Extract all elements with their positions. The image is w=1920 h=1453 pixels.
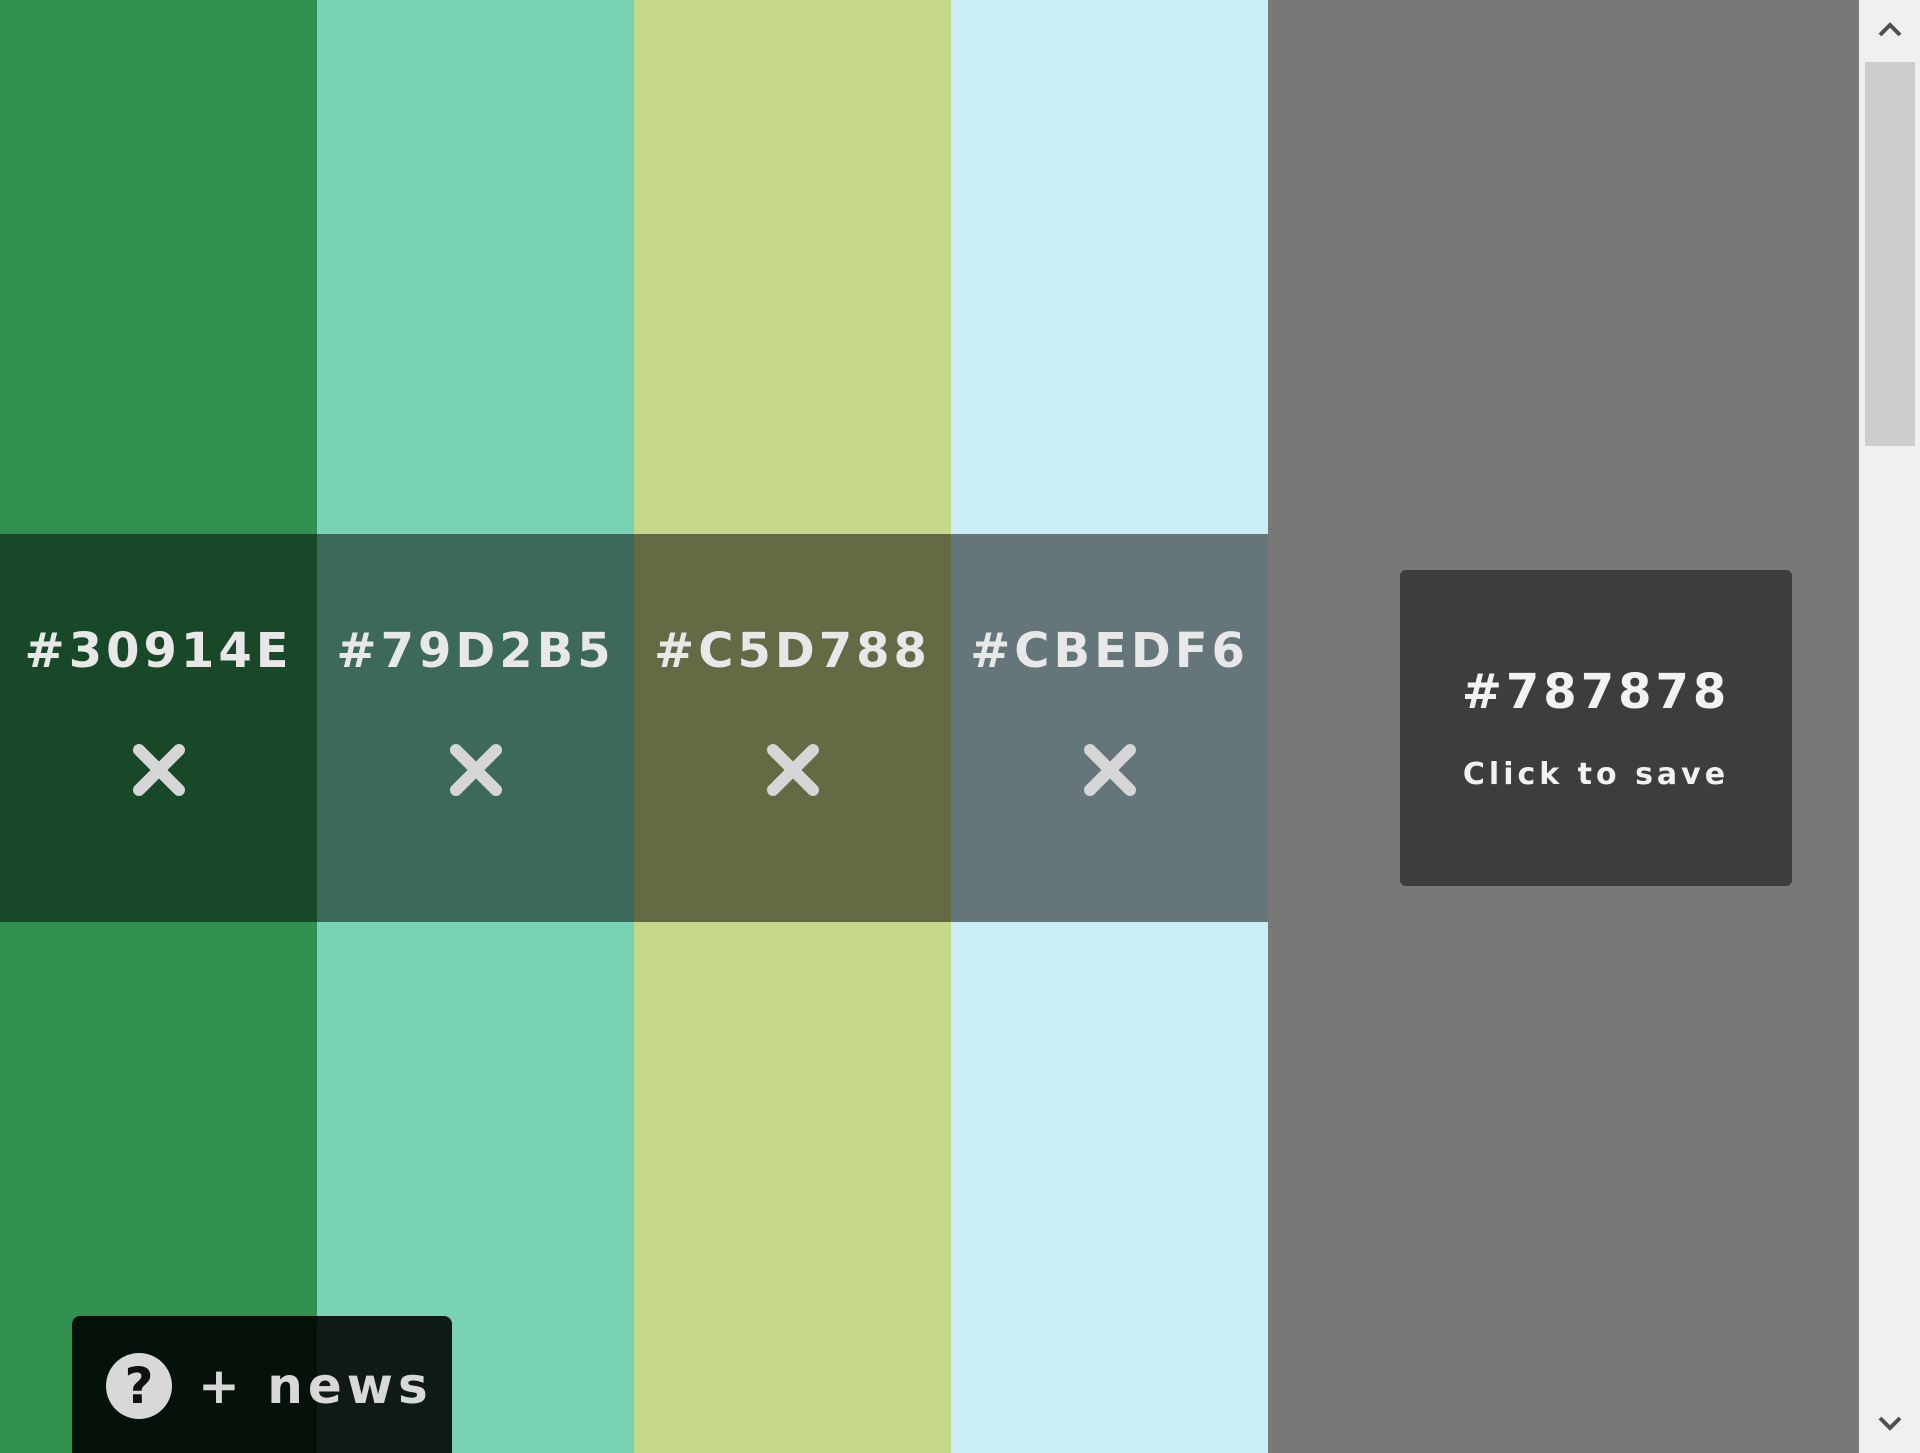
scroll-down-button[interactable] — [1859, 1393, 1920, 1453]
help-news-button[interactable]: ? + news — [72, 1316, 452, 1453]
close-x-icon — [766, 744, 819, 796]
chevron-up-icon — [1878, 22, 1901, 37]
swatch-hex-label: #CBEDF6 — [970, 623, 1249, 679]
help-news-content: ? + news — [106, 1353, 433, 1419]
news-label: + news — [198, 1357, 433, 1415]
remove-color-button[interactable] — [1075, 735, 1145, 805]
swatch-overlay: #79D2B5 — [317, 534, 634, 922]
color-preview-area[interactable]: #787878 Click to save — [1268, 0, 1859, 1453]
close-x-icon — [132, 744, 185, 796]
vertical-scrollbar[interactable] — [1859, 0, 1920, 1453]
save-color-button[interactable]: #787878 Click to save — [1400, 570, 1792, 886]
remove-color-button[interactable] — [758, 735, 828, 805]
swatch-overlay: #CBEDF6 — [951, 534, 1268, 922]
color-swatch[interactable]: #30914E — [0, 0, 317, 1453]
swatch-hex-label: #30914E — [24, 623, 293, 679]
close-x-icon — [1083, 744, 1136, 796]
swatch-hex-label: #79D2B5 — [336, 623, 615, 679]
remove-color-button[interactable] — [441, 735, 511, 805]
remove-color-button[interactable] — [124, 735, 194, 805]
preview-hex-label: #787878 — [1461, 664, 1731, 720]
palette-generator-page: #30914E #79D2B5 #C5D788 #CBEDF6 #787878 … — [0, 0, 1920, 1453]
click-to-save-label: Click to save — [1462, 757, 1730, 792]
swatch-overlay: #30914E — [0, 534, 317, 922]
chevron-down-icon — [1878, 1416, 1901, 1431]
color-swatch[interactable]: #C5D788 — [634, 0, 951, 1453]
palette-swatches: #30914E #79D2B5 #C5D788 #CBEDF6 — [0, 0, 1268, 1453]
swatch-hex-label: #C5D788 — [654, 623, 931, 679]
swatch-overlay: #C5D788 — [634, 534, 951, 922]
color-swatch[interactable]: #79D2B5 — [317, 0, 634, 1453]
scrollbar-thumb[interactable] — [1865, 62, 1915, 446]
question-mark-icon: ? — [106, 1353, 172, 1419]
scroll-up-button[interactable] — [1859, 0, 1920, 60]
close-x-icon — [449, 744, 502, 796]
color-swatch[interactable]: #CBEDF6 — [951, 0, 1268, 1453]
